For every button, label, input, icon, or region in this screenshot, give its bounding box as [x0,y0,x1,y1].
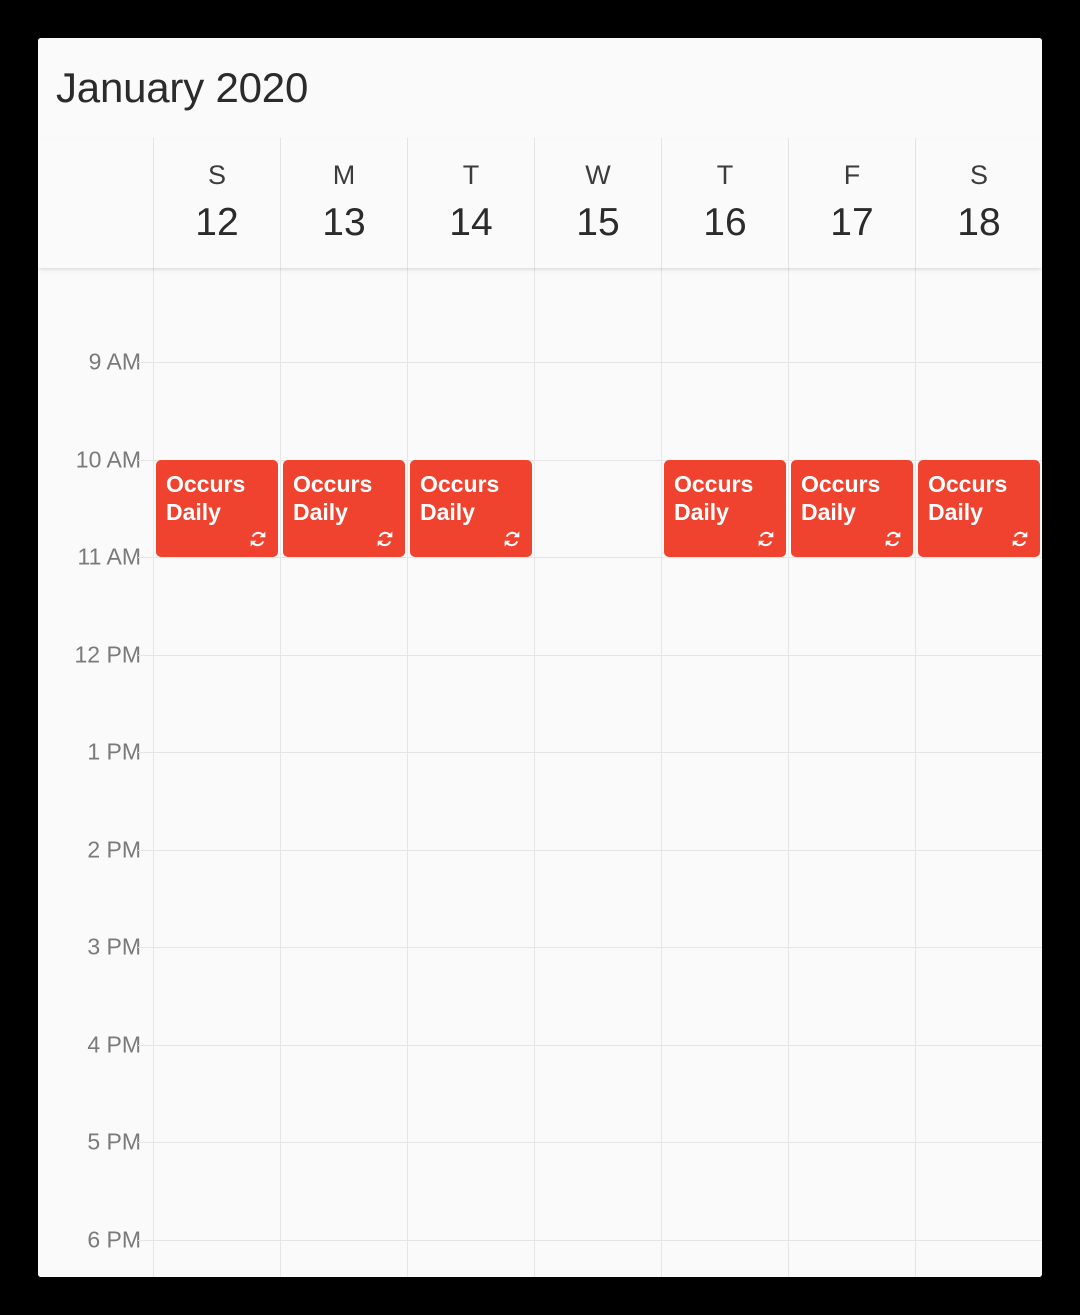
calendar-grid[interactable]: 9 AM 10 AM 11 AM 12 PM 1 PM 2 PM 3 PM 4 PM 5 PM 6… [38,268,1042,1277]
recurrence-icon [1009,528,1031,550]
time-axis-label: 9 AM [88,348,141,375]
event-title: Occurs Daily [928,470,1008,525]
day-of-week-label: M [332,160,356,190]
time-axis: 9 AM 10 AM 11 AM 12 PM 1 PM 2 PM 3 PM 4 PM 5 PM 6… [38,268,153,1277]
time-axis-label: 10 AM [75,446,141,472]
day-of-week-label: T [716,160,734,190]
time-axis-label: 11 AM [77,543,142,570]
day-number-label: 16 [703,201,747,244]
day-number-label: 17 [830,201,874,244]
page-title: January 2020 [56,64,309,111]
calendar-event[interactable]: Occurs Daily [918,459,1040,557]
day-header-14[interactable]: T 14 [407,138,534,268]
time-axis-label: 1 PM [87,738,141,765]
day-header-row: S 12 M 13 T 14 W 15 T 16 F 17 S 18 [38,138,1042,268]
day-column-18[interactable]: Occurs Daily [915,268,1042,1277]
day-header-12[interactable]: S 12 [153,138,280,268]
day-of-week-label: F [843,160,861,190]
calendar-event[interactable]: Occurs Daily [410,459,532,557]
recurrence-icon [882,528,904,550]
time-axis-label: 6 PM [87,1226,141,1252]
day-column-15[interactable] [534,268,661,1277]
day-columns: Occurs Daily Occurs Daily Occurs Daily Occu… [153,268,1042,1277]
calendar-event[interactable]: Occurs Daily [791,459,913,557]
recurrence-icon [755,528,777,550]
day-header-13[interactable]: M 13 [280,138,407,268]
recurrence-icon [374,528,396,550]
time-axis-label: 2 PM [87,836,141,862]
day-number-label: 15 [576,201,620,244]
recurrence-icon [247,528,269,550]
day-header-columns: S 12 M 13 T 14 W 15 T 16 F 17 S 18 [153,138,1042,268]
event-title: Occurs Daily [420,470,500,525]
time-axis-label: 5 PM [87,1128,141,1155]
day-column-14[interactable]: Occurs Daily [407,268,534,1277]
event-title: Occurs Daily [674,470,754,525]
time-axis-label: 4 PM [87,1031,141,1057]
day-number-label: 13 [322,201,366,244]
day-header-15[interactable]: W 15 [534,138,661,268]
calendar-event[interactable]: Occurs Daily [664,459,786,557]
day-number-label: 18 [957,201,1001,244]
day-column-17[interactable]: Occurs Daily [788,268,915,1277]
calendar-week-view: January 2020 S 12 M 13 T 14 W 15 T 16 F 17 S 18 9 AM 1… [38,38,1042,1277]
time-axis-label: 12 PM [74,641,141,667]
day-header-18[interactable]: S 18 [915,138,1042,268]
calendar-header: January 2020 [38,38,1042,138]
event-title: Occurs Daily [293,470,373,525]
day-column-12[interactable]: Occurs Daily [153,268,280,1277]
day-header-16[interactable]: T 16 [661,138,788,268]
time-axis-label: 3 PM [87,933,141,960]
event-title: Occurs Daily [801,470,881,525]
day-of-week-label: T [462,160,480,190]
day-header-17[interactable]: F 17 [788,138,915,268]
device-frame: January 2020 S 12 M 13 T 14 W 15 T 16 F 17 S 18 9 AM 1… [0,0,1080,1315]
day-number-label: 14 [449,201,493,244]
calendar-event[interactable]: Occurs Daily [156,459,278,557]
day-column-13[interactable]: Occurs Daily [280,268,407,1277]
day-of-week-label: S [207,160,226,190]
day-column-16[interactable]: Occurs Daily [661,268,788,1277]
day-header-gutter [38,138,153,268]
event-title: Occurs Daily [166,470,246,525]
day-number-label: 12 [195,201,239,244]
recurrence-icon [501,528,523,550]
day-of-week-label: W [585,160,611,190]
day-of-week-label: S [969,160,988,190]
calendar-event[interactable]: Occurs Daily [283,459,405,557]
